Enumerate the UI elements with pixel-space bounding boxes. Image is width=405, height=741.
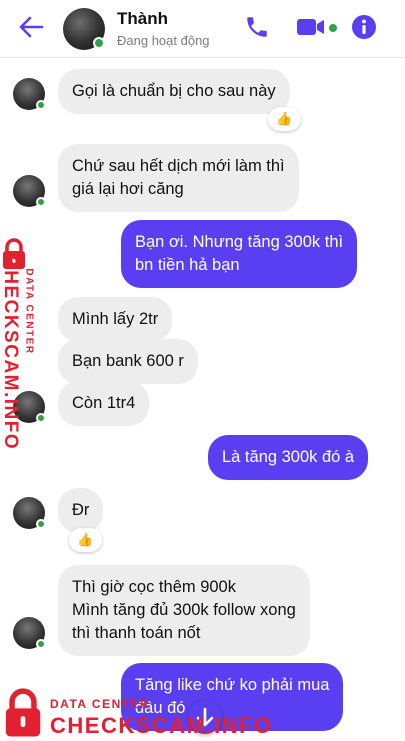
- contact-name[interactable]: Thành: [117, 9, 168, 29]
- video-call-icon[interactable]: [296, 14, 326, 40]
- watermark-side: CHECKSCAM.INFO DATA CENTER: [0, 238, 50, 451]
- message-text: Đr: [72, 501, 90, 519]
- message-text: Còn 1tr4: [72, 394, 136, 412]
- contact-status: Đang hoạt động: [117, 33, 210, 48]
- message-bubble[interactable]: Mình lấy 2tr: [58, 297, 173, 342]
- message-bubble[interactable]: Thì giờ cọc thêm 900k Mình tăng đủ 300k …: [58, 565, 310, 656]
- message-text: Mình lấy 2tr: [72, 310, 159, 328]
- message-bubble[interactable]: Còn 1tr4: [58, 381, 150, 426]
- watermark-subtitle: DATA CENTER: [23, 268, 35, 355]
- message-bubble-own[interactable]: Bạn ơi. Nhưng tăng 300k thì bn tiền hả b…: [121, 220, 358, 288]
- online-indicator: [36, 519, 46, 529]
- online-indicator: [36, 639, 46, 649]
- lock-icon: [5, 688, 41, 737]
- watermark-subtitle: DATA CENTER: [50, 697, 151, 711]
- message-text-line: Chứ sau hết dịch mới làm thì: [72, 157, 285, 175]
- online-indicator: [36, 197, 46, 207]
- message-bubble[interactable]: Bạn bank 600 r: [58, 339, 198, 384]
- back-arrow-icon[interactable]: [14, 12, 48, 42]
- message-text-line: thì thanh toán nốt: [72, 624, 201, 642]
- video-active-dot: [329, 24, 337, 32]
- message-text: Bạn bank 600 r: [72, 352, 184, 370]
- message-bubble[interactable]: Đr: [58, 488, 104, 533]
- watermark-bottom: DATA CENTER CHECKSCAM.INFO: [0, 686, 271, 741]
- message-text-line: bn tiền hả bạn: [135, 256, 240, 274]
- message-bubble-own[interactable]: Là tăng 300k đó à: [208, 435, 369, 480]
- message-text: Gọi là chuẩn bị cho sau này: [72, 82, 276, 100]
- message-text-line: Thì giờ cọc thêm 900k: [72, 578, 236, 596]
- message-text-line: Mình tăng đủ 300k follow xong: [72, 601, 296, 619]
- info-icon[interactable]: [351, 14, 377, 40]
- message-text-line: giá lại hơi căng: [72, 180, 184, 198]
- message-bubble[interactable]: Gọi là chuẩn bị cho sau này: [58, 69, 290, 114]
- message-text: Là tăng 300k đó à: [222, 448, 355, 466]
- message-text-line: Bạn ơi. Nhưng tăng 300k thì: [135, 233, 344, 251]
- online-indicator: [93, 37, 105, 49]
- watermark-title: CHECKSCAM.INFO: [50, 713, 273, 738]
- phone-icon[interactable]: [244, 14, 270, 40]
- message-bubble[interactable]: Chứ sau hết dịch mới làm thì giá lại hơi…: [58, 144, 299, 212]
- online-indicator: [36, 100, 46, 110]
- watermark-title: CHECKSCAM.INFO: [0, 255, 21, 451]
- chat-header: Thành Đang hoạt động: [0, 0, 405, 58]
- reaction-like[interactable]: 👍: [268, 107, 301, 131]
- reaction-like[interactable]: 👍: [69, 528, 102, 552]
